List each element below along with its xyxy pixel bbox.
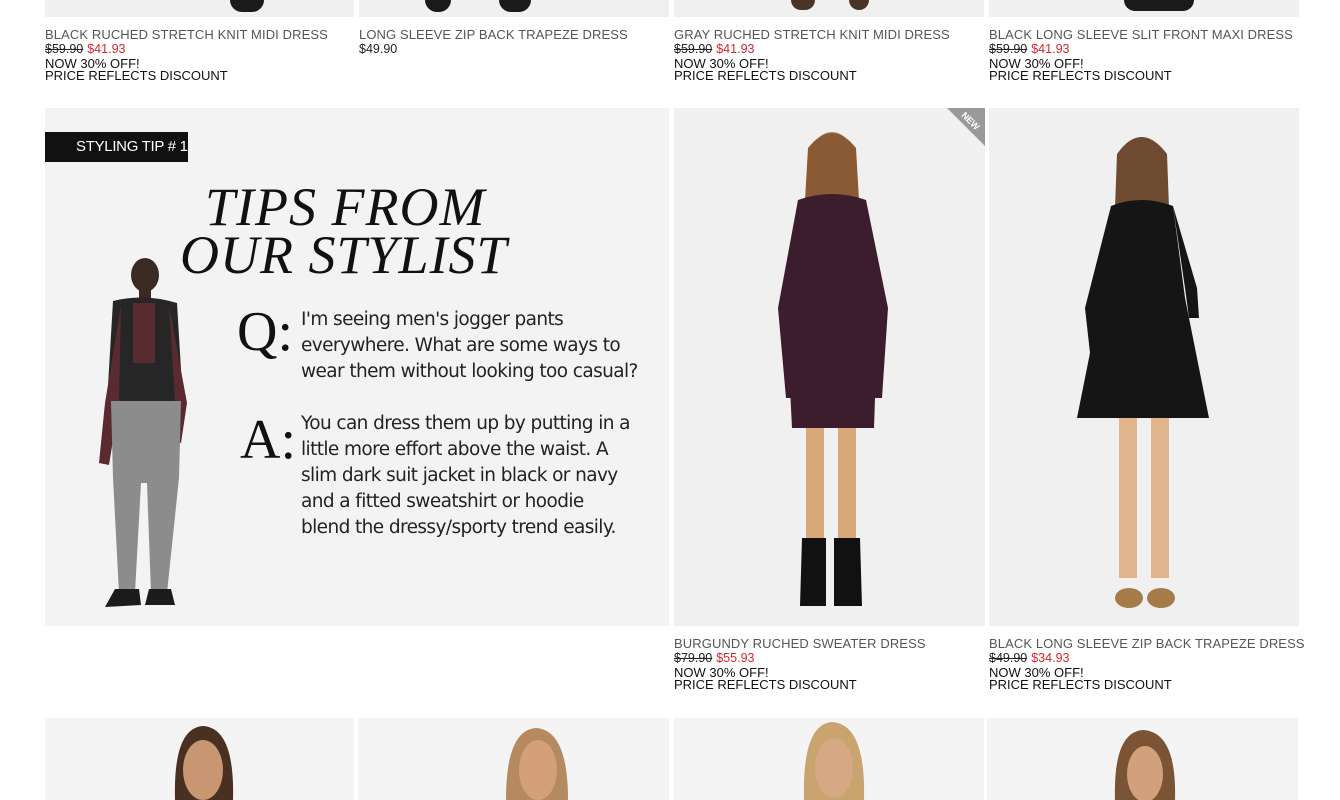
styling-tip-banner[interactable]: STYLING TIP # 1 TIPS FROM OUR STYLIST Q:… (45, 108, 669, 626)
original-price: $59.90 (989, 42, 1028, 56)
shoe-graphic (425, 0, 451, 12)
product-image-burgundy-sweater-dress[interactable]: NEW (674, 108, 985, 626)
product-image-zip-back-trapeze[interactable] (359, 0, 669, 17)
tip-title-line1: TIPS FROM (205, 177, 486, 237)
original-price: $49.90 (989, 651, 1028, 665)
price-line: $59.90 $41.93 (674, 43, 950, 56)
product-info: GRAY RUCHED STRETCH KNIT MIDI DRESS $59.… (674, 28, 950, 82)
product-image-black-zip-trapeze-dress[interactable] (989, 108, 1299, 626)
product-image-gray-ruched-midi[interactable] (674, 0, 984, 17)
product-name-link[interactable]: BLACK RUCHED STRETCH KNIT MIDI DRESS (45, 28, 328, 41)
original-price: $59.90 (674, 42, 713, 56)
model-photo-woman (174, 726, 234, 800)
price-line: $79.90 $55.93 (674, 652, 926, 665)
discount-note: PRICE REFLECTS DISCOUNT (45, 68, 228, 83)
product-name-link[interactable]: LONG SLEEVE ZIP BACK TRAPEZE DRESS (359, 28, 628, 41)
dress-shape (786, 194, 878, 428)
model-photo-woman (803, 722, 865, 800)
discount-note: PRICE REFLECTS DISCOUNT (674, 68, 857, 83)
shoe-graphic (791, 0, 815, 10)
new-badge: NEW (947, 108, 985, 146)
regular-price: $49.90 (359, 42, 398, 56)
product-info: LONG SLEEVE ZIP BACK TRAPEZE DRESS $49.9… (359, 28, 628, 56)
product-info: BURGUNDY RUCHED SWEATER DRESS $79.90 $55.… (674, 637, 926, 691)
model-photo-woman (506, 728, 568, 800)
original-price: $59.90 (45, 42, 84, 56)
answer-text: You can dress them up by putting in a li… (301, 413, 631, 538)
product-info: BLACK LONG SLEEVE ZIP BACK TRAPEZE DRESS… (989, 637, 1305, 691)
product-image-slit-front-maxi[interactable] (989, 0, 1299, 17)
question-letter: Q: (237, 301, 293, 363)
discount-note: PRICE REFLECTS DISCOUNT (989, 68, 1172, 83)
original-price: $79.90 (674, 651, 713, 665)
sale-price: $55.93 (716, 651, 755, 665)
tip-title-line2: OUR STYLIST (180, 225, 508, 285)
price-line: $59.90 $41.93 (989, 43, 1293, 56)
product-image-black-ruched-midi[interactable] (45, 0, 354, 17)
sale-price: $41.93 (716, 42, 755, 56)
model-photo-man (99, 258, 187, 607)
price-line: $49.90 (359, 43, 628, 56)
product-image-bottom-3[interactable] (674, 718, 984, 800)
product-image-bottom-1[interactable] (45, 718, 354, 800)
shoe-graphic (1124, 0, 1194, 11)
product-image-bottom-2[interactable] (358, 718, 669, 800)
shoe-graphic (230, 0, 264, 12)
product-image-bottom-4[interactable] (987, 718, 1298, 800)
product-info: BLACK LONG SLEEVE SLIT FRONT MAXI DRESS … (989, 28, 1293, 82)
shoe-graphic (849, 0, 869, 10)
product-name-link[interactable]: BURGUNDY RUCHED SWEATER DRESS (674, 637, 926, 650)
question-text: I'm seeing men's jogger pants everywhere… (301, 309, 638, 382)
price-line: $59.90 $41.93 (45, 43, 328, 56)
model-photo-woman (1114, 730, 1176, 800)
styling-tip-badge: STYLING TIP # 1 (45, 132, 188, 162)
product-name-link[interactable]: BLACK LONG SLEEVE ZIP BACK TRAPEZE DRESS (989, 637, 1305, 650)
answer-letter: A: (240, 409, 296, 471)
sale-price: $34.93 (1031, 651, 1070, 665)
model-photo-woman (1077, 137, 1209, 608)
model-photo-woman (778, 132, 888, 606)
product-name-link[interactable]: GRAY RUCHED STRETCH KNIT MIDI DRESS (674, 28, 950, 41)
discount-note: PRICE REFLECTS DISCOUNT (989, 677, 1172, 692)
shoe-graphic (499, 0, 531, 12)
product-info: BLACK RUCHED STRETCH KNIT MIDI DRESS $59… (45, 28, 328, 82)
sale-price: $41.93 (1031, 42, 1070, 56)
product-name-link[interactable]: BLACK LONG SLEEVE SLIT FRONT MAXI DRESS (989, 28, 1293, 41)
sale-price: $41.93 (87, 42, 126, 56)
price-line: $49.90 $34.93 (989, 652, 1305, 665)
discount-note: PRICE REFLECTS DISCOUNT (674, 677, 857, 692)
